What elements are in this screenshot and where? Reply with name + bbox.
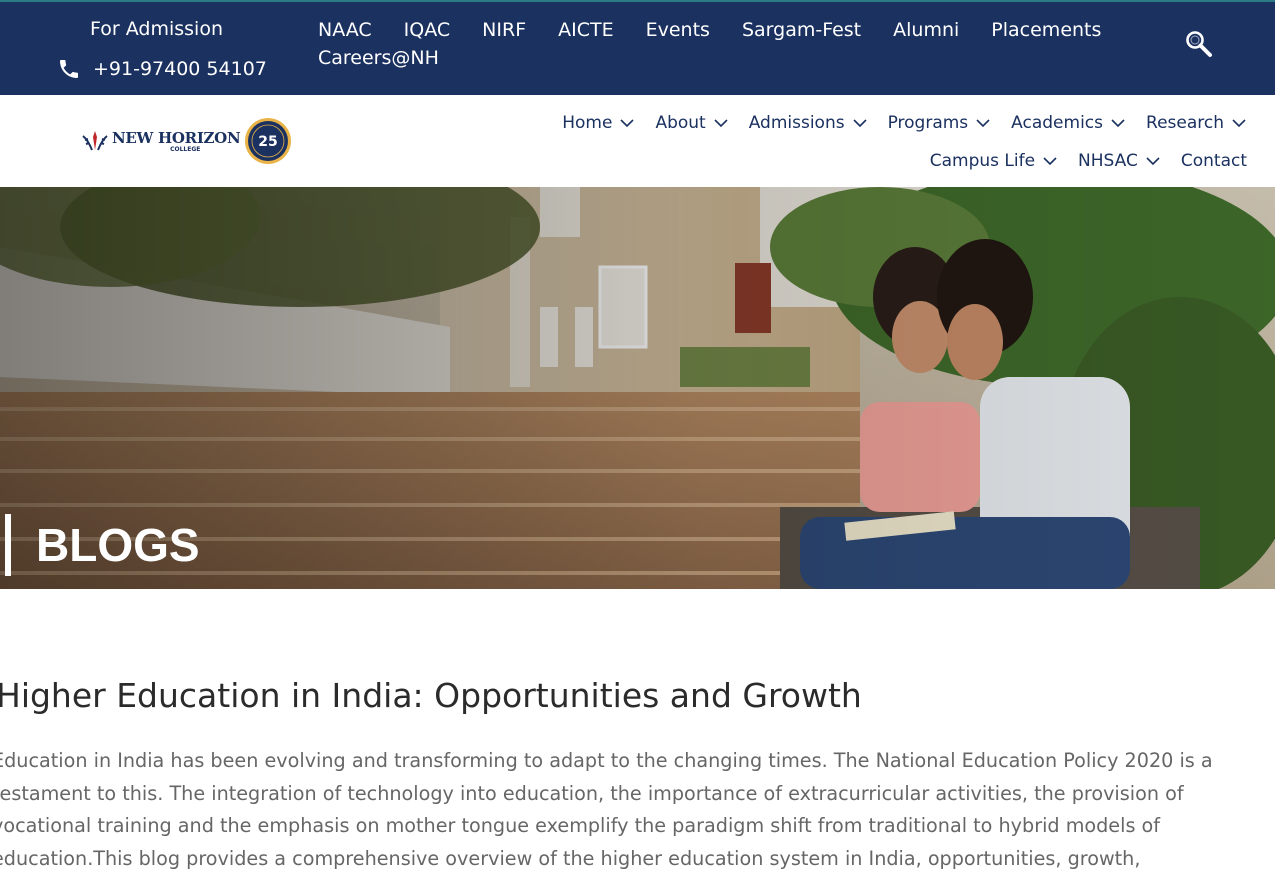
main-nav: Home About Admissions Programs Academics…	[487, 111, 1247, 173]
chevron-down-icon	[620, 119, 635, 128]
toplink-iqac[interactable]: IQAC	[404, 18, 451, 42]
admission-phone[interactable]: +91-97400 54107	[57, 57, 267, 81]
toplink-careers[interactable]: Careers@NH	[318, 46, 439, 70]
nav-research-label: Research	[1146, 113, 1224, 133]
toplink-placements[interactable]: Placements	[991, 18, 1101, 42]
chevron-down-icon	[1232, 119, 1246, 128]
toplink-events[interactable]: Events	[646, 18, 710, 42]
phone-number: +91-97400 54107	[93, 58, 267, 80]
nav-programs-label: Programs	[887, 113, 969, 133]
chevron-down-icon	[714, 119, 728, 128]
nav-academics[interactable]: Academics	[1011, 111, 1126, 135]
nav-academics-label: Academics	[1011, 113, 1104, 133]
nav-contact[interactable]: Contact	[1181, 149, 1247, 173]
chevron-down-icon	[853, 119, 867, 128]
toplink-aicte[interactable]: AICTE	[558, 18, 613, 42]
logo-text: NEW HORIZON COLLEGE	[112, 128, 241, 153]
toplink-alumni[interactable]: Alumni	[893, 18, 959, 42]
logo-main-text: NEW HORIZON	[112, 128, 241, 147]
nav-campus-life[interactable]: Campus Life	[930, 149, 1058, 173]
nav-research[interactable]: Research	[1146, 111, 1247, 135]
top-links: NAAC IQAC NIRF AICTE Events Sargam-Fest …	[318, 18, 1118, 70]
nav-home[interactable]: Home	[562, 111, 635, 135]
nav-home-label: Home	[562, 113, 613, 133]
top-bar: For Admission +91-97400 54107 NAAC IQAC …	[0, 0, 1275, 95]
nav-contact-label: Contact	[1180, 151, 1247, 171]
nav-about[interactable]: About	[655, 111, 728, 135]
chevron-down-icon	[1043, 157, 1057, 166]
logo-sub-text: COLLEGE	[170, 145, 201, 153]
chevron-down-icon	[976, 119, 990, 128]
chevron-down-icon	[1146, 157, 1160, 166]
search-icon[interactable]	[1184, 29, 1214, 59]
article-title: Higher Education in India: Opportunities…	[0, 676, 862, 715]
toplink-sargam-fest[interactable]: Sargam-Fest	[742, 18, 861, 42]
article-body: Education in India has been evolving and…	[0, 749, 1213, 870]
toplink-nirf[interactable]: NIRF	[482, 18, 526, 42]
toplink-naac[interactable]: NAAC	[318, 18, 372, 42]
college-logo[interactable]: NEW HORIZON COLLEGE 25	[80, 117, 292, 165]
phone-icon	[60, 60, 78, 78]
badge-number: 25	[259, 134, 278, 150]
nav-programs[interactable]: Programs	[888, 111, 992, 135]
page-title: BLOGS	[5, 514, 200, 576]
anniversary-badge: 25	[245, 118, 292, 164]
crest-icon	[82, 131, 108, 151]
nav-admissions-label: Admissions	[748, 113, 845, 133]
nav-nhsac[interactable]: NHSAC	[1078, 149, 1161, 173]
nav-about-label: About	[655, 113, 706, 133]
nav-nhsac-label: NHSAC	[1078, 151, 1138, 171]
nav-campus-life-label: Campus Life	[929, 151, 1036, 171]
admission-label: For Admission	[90, 18, 223, 40]
chevron-down-icon	[1111, 119, 1125, 128]
nav-admissions[interactable]: Admissions	[749, 111, 868, 135]
main-header: NEW HORIZON COLLEGE 25 Home About Admiss…	[0, 95, 1275, 187]
